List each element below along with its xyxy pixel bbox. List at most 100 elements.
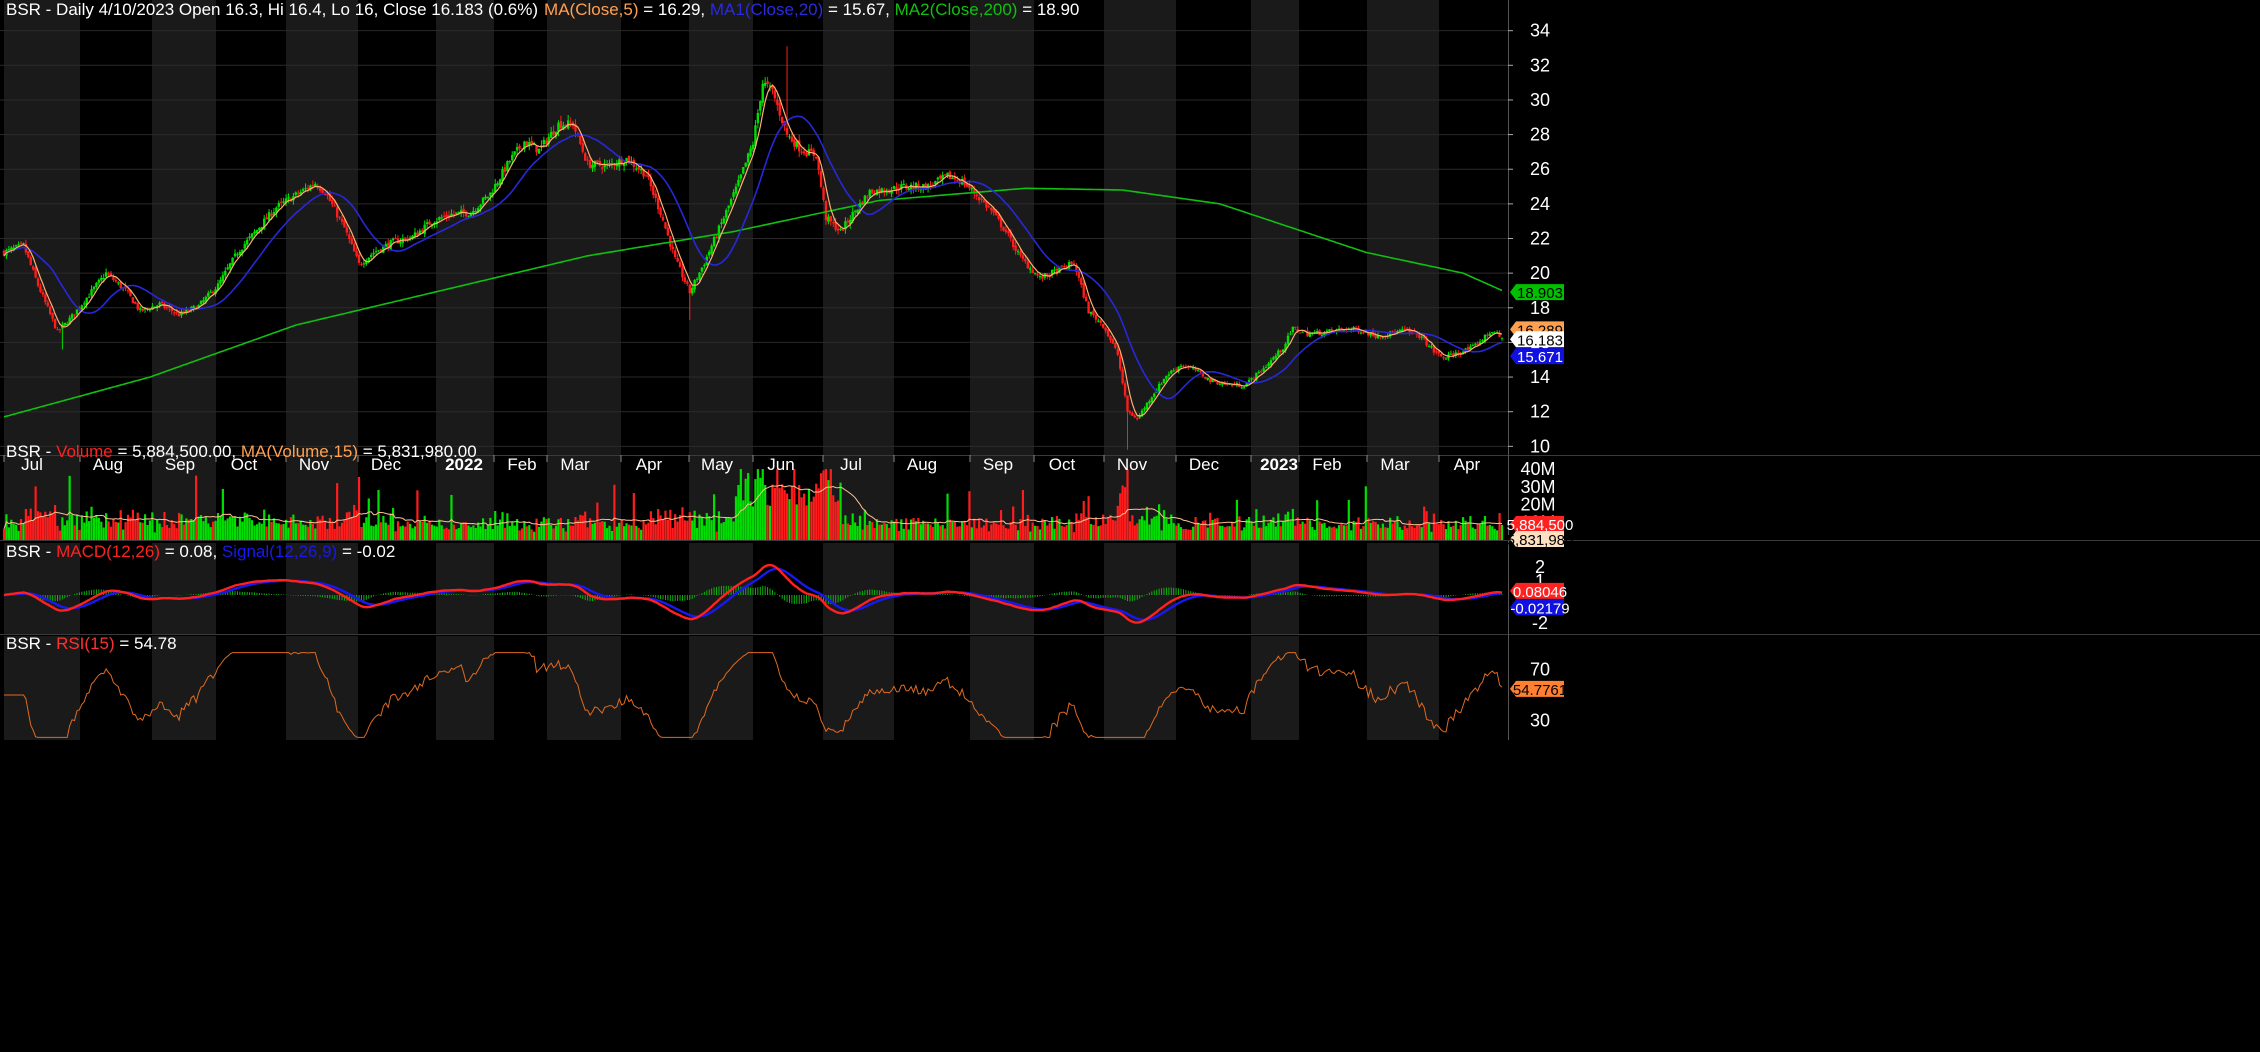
volume-bar[interactable] bbox=[819, 473, 823, 540]
candle-body[interactable] bbox=[1252, 378, 1256, 380]
volume-bar[interactable] bbox=[226, 518, 229, 540]
volume-bar[interactable] bbox=[574, 516, 577, 540]
volume-bar[interactable] bbox=[866, 524, 869, 540]
candle-body[interactable] bbox=[39, 285, 42, 293]
volume-bar[interactable] bbox=[1350, 530, 1353, 540]
volume-bar[interactable] bbox=[350, 517, 353, 540]
volume-bar[interactable] bbox=[849, 525, 852, 540]
candle-body[interactable] bbox=[793, 139, 796, 147]
volume-bar[interactable] bbox=[73, 525, 76, 540]
candle-body[interactable] bbox=[943, 174, 947, 176]
volume-bar[interactable] bbox=[1284, 514, 1287, 540]
volume-bar[interactable] bbox=[1318, 521, 1321, 540]
candle-body[interactable] bbox=[749, 148, 752, 156]
volume-bar[interactable] bbox=[961, 521, 964, 540]
volume-bar[interactable] bbox=[1189, 529, 1192, 540]
candle-body[interactable] bbox=[678, 261, 682, 268]
candle-body[interactable] bbox=[1243, 387, 1246, 389]
volume-bar[interactable] bbox=[1111, 519, 1115, 540]
volume-bar[interactable] bbox=[253, 525, 256, 540]
volume-bar[interactable] bbox=[1330, 527, 1333, 540]
volume-bar[interactable] bbox=[545, 518, 548, 540]
candle-body[interactable] bbox=[1109, 335, 1112, 341]
candle-body[interactable] bbox=[479, 204, 482, 208]
candle-body[interactable] bbox=[790, 136, 794, 142]
candle-body[interactable] bbox=[250, 233, 254, 238]
volume-bar[interactable] bbox=[1007, 528, 1010, 540]
volume-bar[interactable] bbox=[160, 527, 164, 540]
volume-bar[interactable] bbox=[323, 520, 327, 540]
candle-body[interactable] bbox=[467, 215, 470, 217]
candle-body[interactable] bbox=[819, 170, 823, 187]
candle-body[interactable] bbox=[601, 167, 604, 169]
volume-bar[interactable] bbox=[637, 527, 640, 540]
candle-body[interactable] bbox=[982, 200, 986, 203]
candle-body[interactable] bbox=[1094, 314, 1098, 320]
volume-bar[interactable] bbox=[1192, 526, 1195, 540]
volume-bar[interactable] bbox=[95, 515, 98, 540]
candle-body[interactable] bbox=[51, 312, 54, 319]
candle-body[interactable] bbox=[440, 217, 443, 219]
candle-body[interactable] bbox=[686, 281, 689, 284]
volume-bar[interactable] bbox=[1303, 523, 1307, 540]
candle-body[interactable] bbox=[1060, 265, 1064, 267]
volume-bar[interactable] bbox=[22, 523, 25, 540]
candle-body[interactable] bbox=[951, 177, 954, 179]
volume-bar[interactable] bbox=[1055, 516, 1059, 540]
volume-bar[interactable] bbox=[676, 521, 679, 540]
volume-bar[interactable] bbox=[768, 505, 772, 540]
volume-bar[interactable] bbox=[1274, 526, 1277, 540]
candle-body[interactable] bbox=[231, 257, 234, 265]
candle-body[interactable] bbox=[727, 205, 730, 209]
volume-bar[interactable] bbox=[1333, 526, 1336, 540]
volume-bar[interactable] bbox=[61, 517, 64, 540]
volume-bar[interactable] bbox=[871, 522, 874, 540]
volume-bar[interactable] bbox=[423, 515, 426, 540]
volume-bar[interactable] bbox=[384, 522, 387, 540]
volume-bar[interactable] bbox=[661, 519, 665, 540]
volume-bar[interactable] bbox=[1136, 523, 1139, 540]
volume-bar[interactable] bbox=[1444, 529, 1448, 540]
volume-bar[interactable] bbox=[173, 524, 176, 540]
volume-bar[interactable] bbox=[204, 516, 207, 540]
candle-body[interactable] bbox=[301, 189, 305, 191]
volume-bar[interactable] bbox=[708, 516, 711, 540]
volume-bar[interactable] bbox=[669, 509, 672, 540]
volume-bar[interactable] bbox=[1325, 527, 1329, 540]
candle-body[interactable] bbox=[729, 199, 733, 206]
volume-bar[interactable] bbox=[207, 523, 210, 540]
volume-bar[interactable] bbox=[377, 489, 380, 540]
candle-body[interactable] bbox=[1160, 383, 1163, 385]
volume-bar[interactable] bbox=[455, 529, 458, 540]
candle-body[interactable] bbox=[1430, 346, 1433, 348]
candle-body[interactable] bbox=[333, 205, 336, 207]
candle-body[interactable] bbox=[970, 188, 974, 190]
candle-body[interactable] bbox=[202, 300, 205, 303]
candle-body[interactable] bbox=[637, 166, 640, 170]
volume-bar[interactable] bbox=[277, 523, 280, 540]
candle-body[interactable] bbox=[1427, 346, 1431, 348]
volume-bar[interactable] bbox=[387, 524, 390, 540]
volume-bar[interactable] bbox=[732, 521, 735, 540]
volume-bar[interactable] bbox=[608, 525, 611, 540]
volume-bar[interactable] bbox=[58, 530, 62, 540]
volume-bar[interactable] bbox=[1206, 527, 1209, 540]
volume-bar[interactable] bbox=[1279, 526, 1282, 540]
candle-body[interactable] bbox=[856, 209, 859, 213]
candle-body[interactable] bbox=[584, 153, 587, 161]
volume-bar[interactable] bbox=[494, 510, 497, 540]
volume-bar[interactable] bbox=[1479, 524, 1482, 540]
volume-bar[interactable] bbox=[1085, 517, 1088, 540]
volume-bar[interactable] bbox=[1172, 523, 1175, 540]
candle-body[interactable] bbox=[1063, 266, 1066, 268]
volume-bar[interactable] bbox=[68, 475, 71, 540]
candle-body[interactable] bbox=[654, 193, 657, 199]
candle-body[interactable] bbox=[1359, 332, 1363, 334]
volume-bar[interactable] bbox=[336, 483, 339, 540]
volume-bar[interactable] bbox=[773, 487, 776, 540]
candle-body[interactable] bbox=[138, 308, 142, 310]
candle-body[interactable] bbox=[990, 207, 993, 211]
volume-bar[interactable] bbox=[1238, 516, 1241, 540]
volume-bar[interactable] bbox=[620, 520, 623, 540]
volume-bar[interactable] bbox=[1077, 520, 1080, 540]
